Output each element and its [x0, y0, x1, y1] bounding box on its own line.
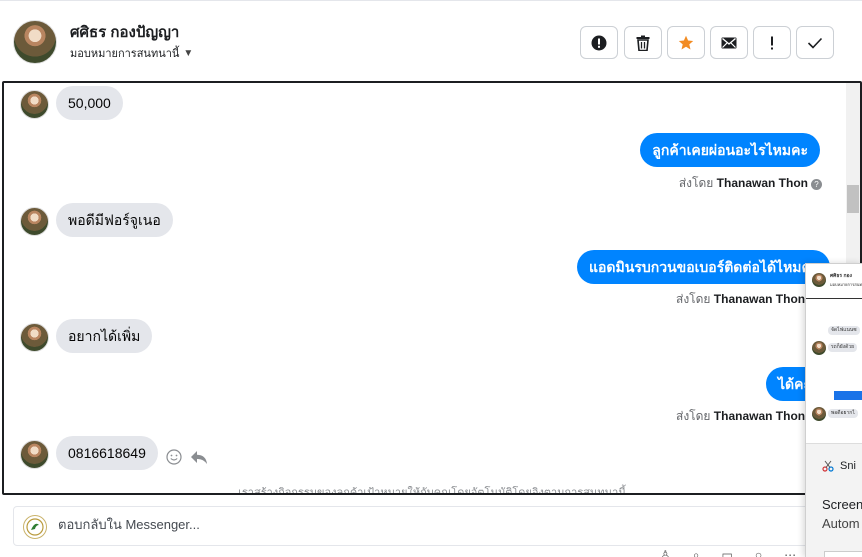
snipping-tool-icon — [822, 460, 834, 472]
thumb-contact-name: ศศิธร กอง — [830, 273, 852, 279]
snip-notification-button[interactable] — [824, 551, 862, 557]
sent-by-name: Thanawan Thon — [713, 292, 806, 306]
outgoing-message[interactable]: ลูกค้าเคยผ่อนอะไรไหมคะ — [640, 133, 820, 167]
sender-avatar — [20, 323, 49, 352]
thumb-message: จัดไฟแนนซ — [828, 326, 860, 335]
snip-notification-title: Screen — [822, 497, 862, 512]
sent-by-label: ส่งโดย Thanawan Thon — [676, 407, 805, 426]
thumb-avatar — [812, 341, 826, 355]
sent-by-label: ส่งโดย Thanawan Thon? — [679, 174, 822, 193]
snip-thumbnail[interactable]: ศศิธร กอง มอบหมายการสนทนานี้ จัดไฟแนนซ ร… — [806, 264, 862, 444]
star-button[interactable] — [667, 26, 705, 59]
inbox-conversation-view: ศศิธร กองปัญญา มอบหมายการสนทนานี้ ▼ 50,0… — [0, 0, 862, 557]
incoming-message[interactable]: อยากได้เพิ่ม — [56, 319, 153, 353]
thumb-selection-highlight — [834, 391, 862, 400]
exclamation-icon — [771, 36, 773, 49]
reply-box — [13, 506, 862, 546]
emoji-icon[interactable]: ○ — [755, 548, 762, 557]
thumb-avatar — [812, 273, 826, 287]
conversation-header: ศศิธร กองปัญญา มอบหมายการสนทนานี้ ▼ — [0, 0, 862, 80]
message-tools — [166, 449, 208, 465]
snip-app-name: Sni — [840, 460, 856, 472]
snip-notification[interactable]: ศศิธร กอง มอบหมายการสนทนานี้ จัดไฟแนนซ ร… — [805, 263, 862, 557]
sender-avatar — [20, 207, 49, 236]
attachment-icon[interactable]: ⌕ — [693, 548, 700, 557]
sent-by-prefix: ส่งโดย — [676, 409, 711, 423]
trash-icon — [636, 35, 650, 51]
thumb-assign: มอบหมายการสนทนานี้ — [830, 282, 862, 287]
assign-label: มอบหมายการสนทนานี้ — [70, 48, 180, 60]
sent-by-name: Thanawan Thon — [716, 176, 808, 190]
done-button[interactable] — [796, 26, 834, 59]
scrollbar-thumb[interactable] — [847, 185, 859, 213]
sender-avatar — [20, 90, 49, 119]
sent-by-label: ส่งโดย Thanawan Thon — [676, 290, 805, 309]
checkmark-icon — [807, 37, 823, 49]
caret-down-icon: ▼ — [183, 47, 194, 59]
email-button[interactable] — [710, 26, 748, 59]
contact-avatar[interactable] — [13, 20, 57, 64]
reply-arrow-icon[interactable] — [190, 449, 208, 465]
incoming-message[interactable]: 50,000 — [56, 86, 123, 120]
outgoing-message[interactable]: แอดมินรบกวนขอเบอร์ติดต่อได้ไหมคะ — [577, 250, 831, 284]
sent-by-prefix: ส่งโดย — [678, 176, 714, 190]
image-icon[interactable]: ▭ — [722, 548, 733, 557]
follow-up-button[interactable] — [753, 26, 791, 59]
spam-button[interactable] — [580, 26, 618, 59]
sent-by-name: Thanawan Thon — [713, 409, 806, 423]
emoji-react-icon[interactable] — [166, 449, 182, 465]
sender-avatar — [20, 440, 49, 469]
incoming-message[interactable]: 0816618649 — [56, 436, 158, 470]
envelope-icon — [721, 37, 737, 48]
help-icon[interactable]: ? — [811, 179, 822, 190]
incoming-message[interactable]: พอดีมีฟอร์จูเนอ — [56, 203, 173, 237]
delete-button[interactable] — [624, 26, 662, 59]
reply-input[interactable] — [58, 517, 658, 532]
page-avatar — [23, 515, 47, 539]
snip-notification-body: Autom — [822, 516, 860, 531]
auto-activity-note: เราสร้างกิจกรรมของลูกค้าเป้าหมายให้กับคุ… — [238, 487, 626, 495]
snip-app-title: Sni — [822, 460, 856, 472]
add-person-icon[interactable]: ♙ — [660, 548, 671, 557]
assign-conversation-dropdown[interactable]: มอบหมายการสนทนานี้ ▼ — [70, 44, 193, 62]
page-logo-icon — [26, 518, 44, 536]
message-thread[interactable]: 50,000 ลูกค้าเคยผ่อนอะไรไหมคะ ส่งโดย Tha… — [2, 81, 862, 495]
thumb-avatar — [812, 407, 826, 421]
sent-by-prefix: ส่งโดย — [676, 292, 711, 306]
thumb-divider — [806, 298, 862, 299]
contact-name[interactable]: ศศิธร กองปัญญา — [70, 20, 179, 44]
more-icon[interactable]: ⋯ — [784, 548, 796, 557]
composer-toolbar: ♙ ⌕ ▭ ○ ⋯ — [660, 548, 796, 557]
star-icon — [678, 35, 694, 49]
thumb-message: พอดีอยากไ — [828, 409, 858, 418]
alert-circle-icon — [591, 35, 607, 50]
thumb-message: รถก็ยังด้วย — [828, 343, 858, 352]
